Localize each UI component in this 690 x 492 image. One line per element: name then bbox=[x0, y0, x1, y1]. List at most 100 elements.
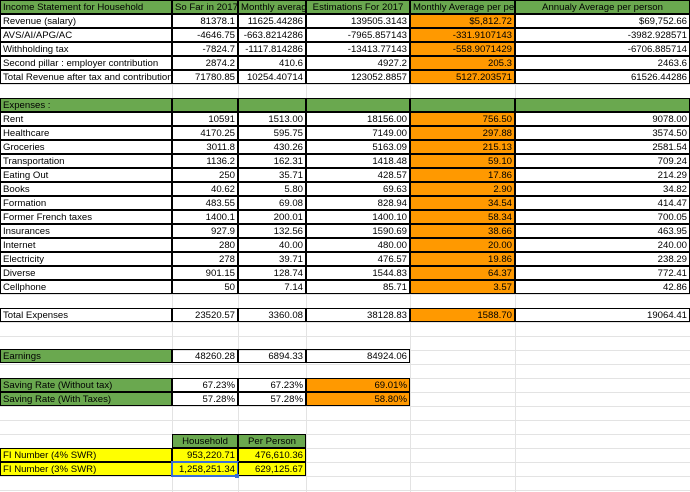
row-label[interactable]: Saving Rate (Without tax) bbox=[0, 378, 172, 392]
row-label[interactable]: Electricity bbox=[0, 252, 172, 266]
per-person-monthly-cell[interactable]: 38.66 bbox=[410, 224, 515, 238]
column-header-c[interactable]: Monthly average bbox=[238, 0, 306, 14]
value-cell[interactable]: 7149.00 bbox=[306, 126, 410, 140]
per-person-annual-cell[interactable]: 61526.44286 bbox=[515, 70, 690, 84]
value-cell[interactable]: 81378.1 bbox=[172, 14, 238, 28]
per-person-annual-cell[interactable]: 772.41 bbox=[515, 266, 690, 280]
per-person-monthly-cell[interactable]: -331.9107143 bbox=[410, 28, 515, 42]
value-cell[interactable]: 595.75 bbox=[238, 126, 306, 140]
value-cell[interactable]: 57.28% bbox=[238, 392, 306, 406]
per-person-monthly-cell[interactable]: 2.90 bbox=[410, 182, 515, 196]
column-header-f[interactable]: Annualy Average per person bbox=[515, 0, 690, 14]
value-cell[interactable]: 629,125.67 bbox=[238, 462, 306, 476]
per-person-annual-cell[interactable]: 19064.41 bbox=[515, 308, 690, 322]
row-label[interactable]: AVS/AI/APG/AC bbox=[0, 28, 172, 42]
per-person-annual-cell[interactable]: 2463.6 bbox=[515, 56, 690, 70]
per-person-annual-cell[interactable]: 3574.50 bbox=[515, 126, 690, 140]
value-cell[interactable]: 901.15 bbox=[172, 266, 238, 280]
value-cell[interactable]: 84924.06 bbox=[306, 349, 410, 363]
column-header-a[interactable]: Income Statement for Household bbox=[0, 0, 172, 14]
value-cell[interactable]: 10254.40714 bbox=[238, 70, 306, 84]
row-label[interactable]: Total Expenses bbox=[0, 308, 172, 322]
section-band[interactable] bbox=[172, 98, 238, 112]
per-person-monthly-cell[interactable]: 64.37 bbox=[410, 266, 515, 280]
column-header-per-person[interactable]: Per Person bbox=[238, 434, 306, 448]
value-cell[interactable]: 67.23% bbox=[238, 378, 306, 392]
row-label[interactable]: Diverse bbox=[0, 266, 172, 280]
value-cell[interactable]: 85.71 bbox=[306, 280, 410, 294]
row-label[interactable]: Former French taxes bbox=[0, 210, 172, 224]
per-person-monthly-cell[interactable]: 58.34 bbox=[410, 210, 515, 224]
value-cell[interactable]: 4927.2 bbox=[306, 56, 410, 70]
per-person-monthly-cell[interactable]: 1588.70 bbox=[410, 308, 515, 322]
row-label[interactable]: Internet bbox=[0, 238, 172, 252]
value-cell[interactable]: -663.8214286 bbox=[238, 28, 306, 42]
per-person-annual-cell[interactable]: 414.47 bbox=[515, 196, 690, 210]
per-person-annual-cell[interactable]: -3982.928571 bbox=[515, 28, 690, 42]
value-cell[interactable]: 1544.83 bbox=[306, 266, 410, 280]
row-label[interactable]: Cellphone bbox=[0, 280, 172, 294]
per-person-annual-cell[interactable]: -6706.885714 bbox=[515, 42, 690, 56]
row-label[interactable]: Total Revenue after tax and contribution… bbox=[0, 70, 172, 84]
value-cell[interactable]: 18156.00 bbox=[306, 112, 410, 126]
value-cell[interactable]: -4646.75 bbox=[172, 28, 238, 42]
value-cell[interactable]: 40.62 bbox=[172, 182, 238, 196]
row-label[interactable]: Revenue (salary) bbox=[0, 14, 172, 28]
value-cell[interactable]: 953,220.71 bbox=[172, 448, 238, 462]
row-label[interactable]: FI Number (4% SWR) bbox=[0, 448, 172, 462]
value-cell[interactable]: 278 bbox=[172, 252, 238, 266]
value-cell[interactable]: 139505.3143 bbox=[306, 14, 410, 28]
per-person-monthly-cell[interactable]: 17.86 bbox=[410, 168, 515, 182]
value-cell[interactable]: 1136.2 bbox=[172, 154, 238, 168]
per-person-annual-cell[interactable]: 214.29 bbox=[515, 168, 690, 182]
column-header-d[interactable]: Estimations For 2017 bbox=[306, 0, 410, 14]
value-cell[interactable]: 6894.33 bbox=[238, 349, 306, 363]
column-header-b[interactable]: So Far in 2017 bbox=[172, 0, 238, 14]
per-person-monthly-cell[interactable]: 34.54 bbox=[410, 196, 515, 210]
row-label[interactable]: Second pillar : employer contribution bbox=[0, 56, 172, 70]
row-label[interactable]: Groceries bbox=[0, 140, 172, 154]
per-person-annual-cell[interactable]: 42.86 bbox=[515, 280, 690, 294]
value-cell[interactable]: 430.26 bbox=[238, 140, 306, 154]
value-cell[interactable]: 69.01% bbox=[306, 378, 410, 392]
per-person-monthly-cell[interactable]: 205.3 bbox=[410, 56, 515, 70]
value-cell[interactable]: 128.74 bbox=[238, 266, 306, 280]
value-cell[interactable]: 39.71 bbox=[238, 252, 306, 266]
per-person-monthly-cell[interactable]: 3.57 bbox=[410, 280, 515, 294]
per-person-monthly-cell[interactable]: 59.10 bbox=[410, 154, 515, 168]
value-cell[interactable]: 4170.25 bbox=[172, 126, 238, 140]
value-cell[interactable]: 58.80% bbox=[306, 392, 410, 406]
row-label[interactable]: Eating Out bbox=[0, 168, 172, 182]
value-cell[interactable]: 11625.44286 bbox=[238, 14, 306, 28]
per-person-annual-cell[interactable]: 463.95 bbox=[515, 224, 690, 238]
value-cell[interactable]: 410.6 bbox=[238, 56, 306, 70]
value-cell[interactable]: 38128.83 bbox=[306, 308, 410, 322]
per-person-annual-cell[interactable]: 700.05 bbox=[515, 210, 690, 224]
section-title[interactable]: Expenses : bbox=[0, 98, 172, 112]
column-header-household[interactable]: Household bbox=[172, 434, 238, 448]
row-label[interactable]: Books bbox=[0, 182, 172, 196]
per-person-monthly-cell[interactable]: -558.9071429 bbox=[410, 42, 515, 56]
value-cell[interactable]: 3360.08 bbox=[238, 308, 306, 322]
value-cell[interactable]: -7965.857143 bbox=[306, 28, 410, 42]
value-cell[interactable]: 10591 bbox=[172, 112, 238, 126]
value-cell[interactable]: 200.01 bbox=[238, 210, 306, 224]
value-cell[interactable]: 483.55 bbox=[172, 196, 238, 210]
column-header-e[interactable]: Monthly Average per person bbox=[410, 0, 515, 14]
selected-cell[interactable]: 1,258,251.34 bbox=[171, 461, 239, 477]
value-cell[interactable]: 123052.8857 bbox=[306, 70, 410, 84]
value-cell[interactable]: 69.63 bbox=[306, 182, 410, 196]
row-label[interactable]: Healthcare bbox=[0, 126, 172, 140]
value-cell[interactable]: 476,610.36 bbox=[238, 448, 306, 462]
per-person-monthly-cell[interactable]: 5127.203571 bbox=[410, 70, 515, 84]
value-cell[interactable]: 69.08 bbox=[238, 196, 306, 210]
per-person-annual-cell[interactable]: 34.82 bbox=[515, 182, 690, 196]
per-person-monthly-cell[interactable]: 20.00 bbox=[410, 238, 515, 252]
per-person-annual-cell[interactable]: 238.29 bbox=[515, 252, 690, 266]
value-cell[interactable]: 162.31 bbox=[238, 154, 306, 168]
row-label[interactable]: Earnings bbox=[0, 349, 172, 363]
value-cell[interactable]: 1418.48 bbox=[306, 154, 410, 168]
value-cell[interactable]: 476.57 bbox=[306, 252, 410, 266]
row-label[interactable]: Formation bbox=[0, 196, 172, 210]
spreadsheet-grid[interactable]: Income Statement for Household So Far in … bbox=[0, 0, 690, 492]
